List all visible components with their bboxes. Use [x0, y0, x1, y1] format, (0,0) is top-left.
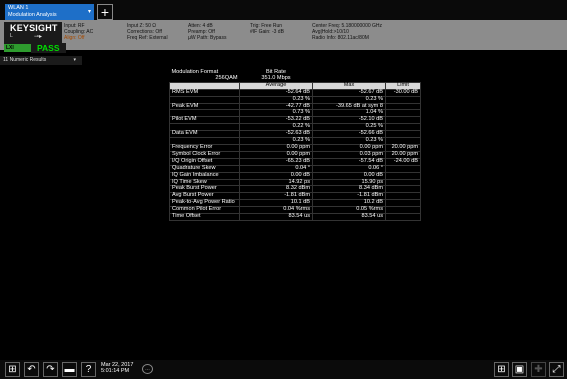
lxi-badge: LXI [6, 45, 14, 51]
row-max: 0.23 % [312, 95, 386, 104]
row-average: 83.54 us [239, 213, 313, 221]
measurement-settings-bar: Input: RF Coupling: AC Align: Off Input … [0, 20, 567, 50]
row-limit [385, 199, 421, 208]
row-average: 0.00 dB [239, 171, 313, 180]
row-limit [385, 109, 421, 118]
row-label: Peak EVM [169, 102, 240, 111]
settings-col-attenuation[interactable]: Atten: 4 dB Preamp: Off µW Path: Bypass [188, 23, 226, 42]
screenshot-icon[interactable]: ▣ [512, 362, 527, 377]
settings-col-impedance[interactable]: Input Z: 50 Ω Corrections: Off Freq Ref:… [127, 23, 168, 42]
row-label: Data EVM [169, 130, 240, 139]
row-limit [385, 130, 421, 139]
row-limit: -30.00 dB [385, 88, 421, 97]
settings-col-input[interactable]: Input: RF Coupling: AC Align: Off [64, 23, 93, 42]
remote-icon: ⊸▸ [34, 34, 43, 40]
tab-subtitle: Modulation Analysis [8, 11, 57, 18]
results-view-label: 11 Numeric Results [3, 57, 47, 63]
folder-icon[interactable]: ▬ [62, 362, 77, 377]
results-view-selector[interactable]: 11 Numeric Results ▾ [0, 56, 82, 65]
row-limit [385, 102, 421, 111]
row-label: RMS EVM [169, 88, 240, 97]
table-row: Time Offset 83.54 us 83.54 us [169, 213, 421, 221]
row-limit [385, 192, 421, 201]
row-limit [385, 164, 421, 173]
help-button[interactable]: ? [81, 362, 96, 377]
numeric-results-table: Modulation Format Bit Rate 256QAM 351.0 … [169, 69, 421, 221]
row-max: 0.00 dB [312, 171, 386, 180]
redo-icon[interactable]: ↷ [43, 362, 58, 377]
row-limit [385, 206, 421, 215]
fullscreen-icon[interactable]: ⤢ [549, 362, 564, 377]
undo-icon[interactable]: ↶ [24, 362, 39, 377]
table-row: IQ Gain Imbalance 0.00 dB 0.00 dB [169, 171, 421, 180]
row-max: 83.54 us [312, 213, 386, 221]
datetime: Mar 22, 2017 5:01:14 PM [101, 362, 133, 374]
grid-layout-icon[interactable]: ⊞ [494, 362, 509, 377]
top-tab-bar: WLAN 1 Modulation Analysis ▾ + [0, 0, 567, 20]
local-indicator: L [10, 33, 13, 39]
row-limit [385, 123, 421, 132]
row-limit [385, 213, 421, 221]
row-limit [385, 185, 421, 194]
row-limit: -24.00 dB [385, 157, 421, 166]
row-label: IQ Gain Imbalance [169, 171, 240, 180]
time: 5:01:14 PM [101, 368, 130, 374]
table-row: 0.23 % 0.23 % [169, 95, 421, 104]
row-label: Pilot EVM [169, 116, 240, 125]
add-tab-button[interactable]: + [97, 4, 113, 20]
tab-dropdown-icon[interactable]: ▾ [88, 9, 91, 16]
row-limit [385, 171, 421, 180]
chevron-down-icon: ▾ [73, 57, 76, 63]
status-panel: LXI PASS [4, 43, 66, 53]
row-limit [385, 95, 421, 104]
settings-col-trigger[interactable]: Trig: Free Run #IF Gain: -3 dB [250, 23, 284, 35]
row-limit [385, 116, 421, 125]
row-limit [385, 178, 421, 187]
bottom-toolbar: ⊞ ↶ ↷ ▬ ? Mar 22, 2017 5:01:14 PM … ⊞ ▣ … [0, 360, 567, 379]
windows-start-icon[interactable]: ⊞ [5, 362, 20, 377]
row-label: Time Offset [169, 213, 240, 221]
tab-wlan-modulation-analysis[interactable]: WLAN 1 Modulation Analysis ▾ [5, 4, 94, 20]
zoom-icon[interactable]: ✚ [531, 362, 546, 377]
pass-status: PASS [31, 43, 66, 53]
row-label [169, 95, 240, 104]
row-average: 0.23 % [239, 95, 313, 104]
settings-col-frequency[interactable]: Center Freq: 5.180000000 GHz Avg|Hold:>1… [312, 23, 382, 42]
keysight-logo: KEYSIGHT [10, 23, 58, 33]
message-icon[interactable]: … [142, 364, 153, 374]
